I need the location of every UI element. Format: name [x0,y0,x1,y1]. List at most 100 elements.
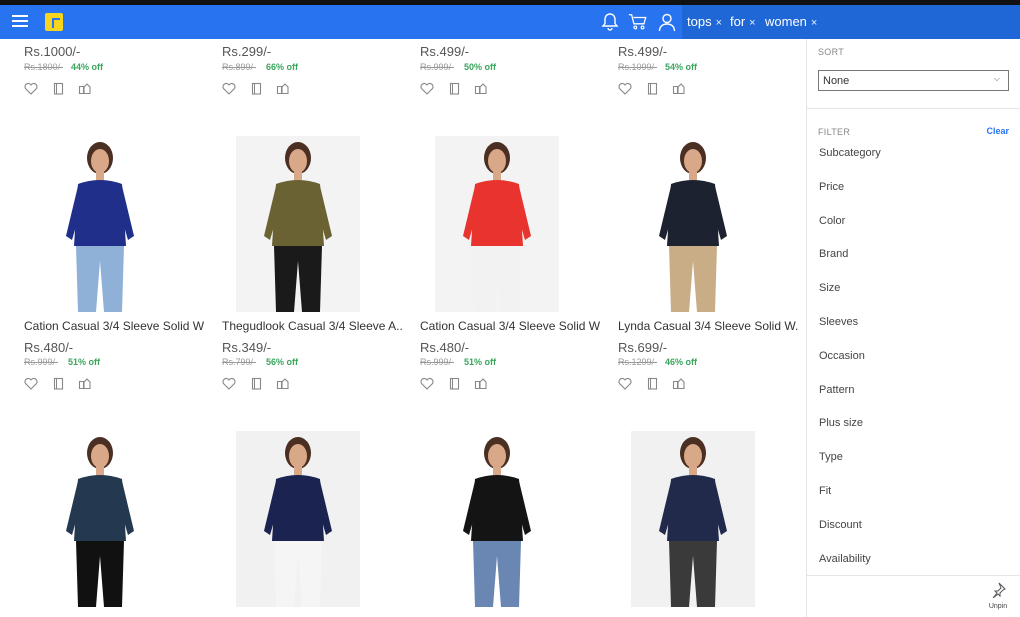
product-mrp: Rs.999/- [24,357,59,367]
filter-color[interactable]: Color [819,215,845,227]
product-title[interactable]: Cation Casual 3/4 Sleeve Solid W... [420,319,600,333]
sort-value: None [823,75,850,87]
filter-fit[interactable]: Fit [819,485,831,497]
share-icon[interactable] [672,82,686,95]
remove-tag-icon[interactable]: × [811,17,817,29]
product-price: Rs.499/- [618,44,668,59]
product-discount: 54% off [665,62,698,72]
heart-icon[interactable] [24,377,38,390]
filter-price[interactable]: Price [819,181,844,193]
product-price: Rs.699/- [618,340,668,355]
product-image[interactable] [631,431,755,607]
panel-divider [807,108,1020,109]
remove-tag-icon[interactable]: × [716,17,722,29]
product-discount: 66% off [266,62,299,72]
remove-tag-icon[interactable]: × [749,17,755,29]
product-title[interactable]: Lynda Casual 3/4 Sleeve Solid W... [618,319,798,333]
share-icon[interactable] [276,377,290,390]
product-price: Rs.1000/- [24,44,81,59]
share-icon[interactable] [78,377,92,390]
filter-size[interactable]: Size [819,282,840,294]
product-discount: 56% off [266,357,299,367]
heart-icon[interactable] [420,377,434,390]
product-discount: 51% off [464,357,497,367]
product-discount: 46% off [665,357,698,367]
app-header: tops × for × women × [0,5,1020,39]
search-tag[interactable]: for × [730,14,756,29]
hamburger-icon[interactable] [12,15,28,29]
product-price: Rs.349/- [222,340,272,355]
compare-icon[interactable] [448,377,462,390]
product-image[interactable] [631,136,755,312]
share-icon[interactable] [474,82,488,95]
product-price: Rs.480/- [24,340,74,355]
product-image[interactable] [236,136,360,312]
sort-dropdown[interactable]: None ⌵ [818,70,1009,91]
compare-icon[interactable] [52,82,66,95]
product-grid: Rs.1000/- Rs.1800/- 44% off Rs.299/- Rs.… [0,39,806,617]
product-discount: 44% off [71,62,104,72]
user-icon[interactable] [657,12,677,32]
search-tags-bar[interactable]: tops × for × women × [682,5,1020,39]
share-icon[interactable] [78,82,92,95]
product-image[interactable] [38,136,162,312]
panel-bottom-divider [807,575,1020,576]
product-image[interactable] [38,431,162,607]
product-discount: 51% off [68,357,101,367]
heart-icon[interactable] [618,82,632,95]
unpin-label: Unpin [988,603,1008,610]
search-tag-label: for [730,14,746,29]
compare-icon[interactable] [646,377,660,390]
filter-sleeves[interactable]: Sleeves [819,316,858,328]
share-icon[interactable] [474,377,488,390]
product-mrp: Rs.799/- [222,357,257,367]
compare-icon[interactable] [646,82,660,95]
heart-icon[interactable] [222,82,236,95]
filter-brand[interactable]: Brand [819,248,848,260]
filter-plus-size[interactable]: Plus size [819,417,863,429]
compare-icon[interactable] [250,82,264,95]
sort-label: SORT [818,47,845,57]
product-discount: 50% off [464,62,497,72]
heart-icon[interactable] [420,82,434,95]
product-mrp: Rs.1099/- [618,62,658,72]
heart-icon[interactable] [618,377,632,390]
product-mrp: Rs.999/- [420,357,455,367]
filter-label: FILTER [818,127,851,137]
filter-subcategory[interactable]: Subcategory [819,147,881,159]
share-icon[interactable] [672,377,686,390]
product-price: Rs.480/- [420,340,470,355]
sort-filter-panel: SORT None ⌵ FILTER Clear Unpin Subcatego… [806,39,1020,617]
heart-icon[interactable] [24,82,38,95]
flipkart-logo-icon[interactable] [45,13,63,31]
search-tag[interactable]: women × [765,14,817,29]
filter-discount[interactable]: Discount [819,519,862,531]
chevron-down-icon: ⌵ [993,74,1000,83]
share-icon[interactable] [276,82,290,95]
compare-icon[interactable] [52,377,66,390]
search-tag-label: tops [687,14,712,29]
product-mrp: Rs.1299/- [618,357,658,367]
filter-occasion[interactable]: Occasion [819,350,865,362]
product-mrp: Rs.1800/- [24,62,64,72]
product-title[interactable]: Cation Casual 3/4 Sleeve Solid W... [24,319,204,333]
product-image[interactable] [435,136,559,312]
filter-availability[interactable]: Availability [819,553,871,565]
filter-type[interactable]: Type [819,451,843,463]
compare-icon[interactable] [250,377,264,390]
compare-icon[interactable] [448,82,462,95]
product-title[interactable]: Thegudlook Casual 3/4 Sleeve A... [222,319,402,333]
cart-icon[interactable] [628,12,648,32]
search-tag-label: women [765,14,807,29]
product-mrp: Rs.999/- [420,62,455,72]
product-image[interactable] [435,431,559,607]
product-price: Rs.499/- [420,44,470,59]
pin-icon [992,582,1006,599]
search-tag[interactable]: tops × [687,14,722,29]
bell-icon[interactable] [600,12,620,32]
unpin-button[interactable]: Unpin [985,582,1011,610]
product-image[interactable] [236,431,360,607]
heart-icon[interactable] [222,377,236,390]
filter-pattern[interactable]: Pattern [819,384,854,396]
clear-filters-button[interactable]: Clear [986,126,1009,136]
